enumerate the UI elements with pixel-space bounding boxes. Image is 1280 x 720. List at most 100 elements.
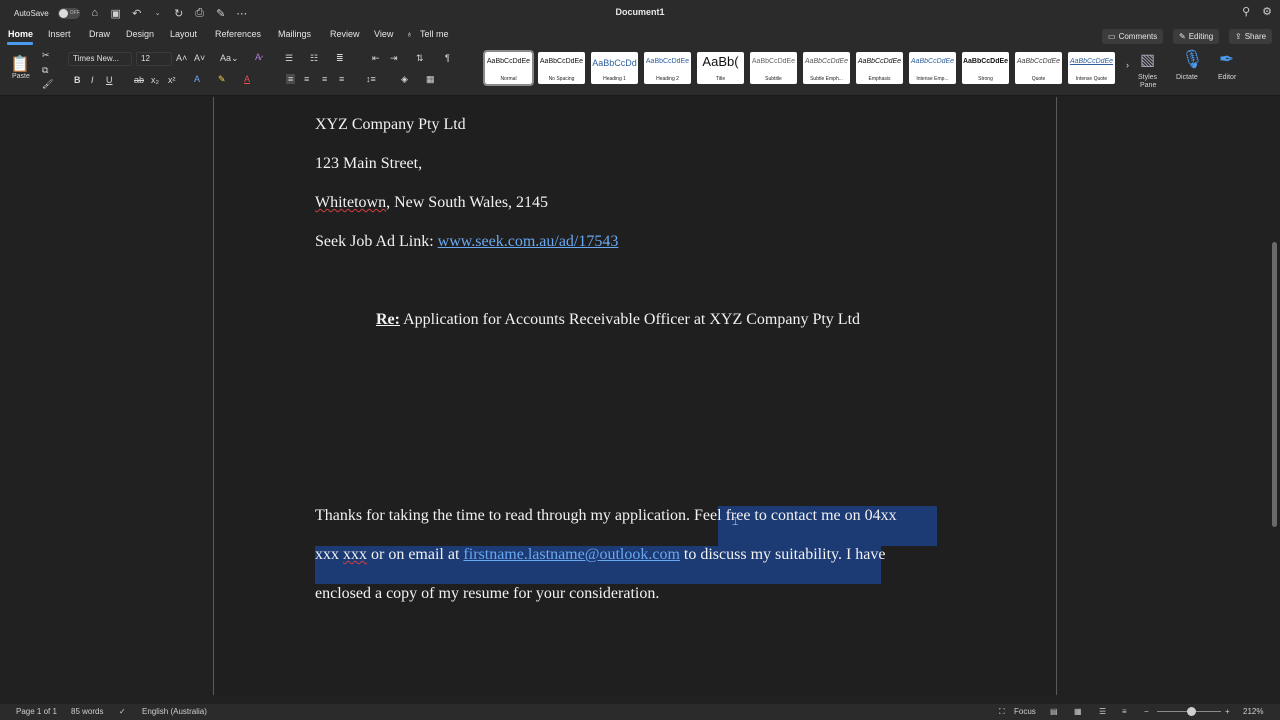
account-icon[interactable]: ⚙ [1262,5,1272,18]
word-count[interactable]: 85 words [71,707,103,716]
style-subtitle[interactable]: AaBbCcDdEe Subtitle [747,50,800,84]
style-subtle-emphasis[interactable]: AaBbCcDdEe Subtle Emph... [800,50,853,84]
tab-view[interactable]: View [374,29,393,39]
tab-mailings[interactable]: Mailings [278,29,311,39]
paragraph-line-1: Thanks for taking the time to read throu… [315,507,897,524]
font-size-select[interactable]: 12 [136,52,172,66]
company-line: XYZ Company Pty Ltd [315,116,466,133]
italic-icon[interactable]: I [91,75,94,85]
style-quote[interactable]: AaBbCcDdEe Quote [1012,50,1065,84]
style-heading-2[interactable]: AaBbCcDdEe Heading 2 [641,50,694,84]
shrink-font-icon[interactable]: A˅ [194,53,205,63]
web-layout-icon[interactable]: ▦ [1074,707,1082,716]
spelling-word: Whitetown [315,194,387,211]
city-rest: , New South Wales, 2145 [386,194,549,211]
microphone-icon[interactable]: 🎙 [1181,49,1204,70]
search-icon[interactable]: ⚲ [1242,5,1250,18]
tab-references[interactable]: References [215,29,261,39]
style-no-spacing[interactable]: AaBbCcDdEe No Spacing [535,50,588,84]
zoom-out-icon[interactable]: − [1144,707,1149,716]
paste-icon[interactable]: 📋 [10,54,30,74]
numbering-icon[interactable]: ☷ [310,53,318,64]
editor-label: Editor [1218,74,1237,81]
line-spacing-icon[interactable]: ↕≡ [366,74,376,84]
style-emphasis[interactable]: AaBbCcDdEe Emphasis [853,50,906,84]
underline-icon[interactable]: U [106,75,113,85]
justify-icon[interactable]: ≡ [339,74,344,84]
grow-font-icon[interactable]: A˄ [176,53,187,63]
styles-pane-icon[interactable]: ▧ [1140,50,1155,70]
share-button[interactable]: ⇪ Share [1229,29,1273,44]
bullets-icon[interactable]: ☰ [285,53,293,64]
tab-insert[interactable]: Insert [48,29,71,39]
city-line: Whitetown, New South Wales, 2145 [315,194,548,212]
style-heading-1[interactable]: AaBbCcDd Heading 1 [588,50,641,84]
document-title: Document1 [615,7,665,17]
document-page[interactable] [213,97,1057,695]
tab-home[interactable]: Home [8,29,33,39]
editing-button[interactable]: ✎ Editing [1173,29,1220,44]
styles-gallery-next-icon[interactable]: › [1126,60,1129,70]
style-intense-quote[interactable]: AaBbCcDdEe Intense Quote [1065,50,1118,84]
font-name-value: Times New... [73,54,119,63]
proofing-icon[interactable]: ✓ [119,707,126,716]
page-count[interactable]: Page 1 of 1 [16,707,57,716]
superscript-icon[interactable]: x² [168,75,176,85]
focus-label[interactable]: Focus [1014,707,1036,716]
paragraph-line-2: xxx xxx or on email at firstname.lastnam… [315,546,886,564]
show-formatting-icon[interactable]: ¶ [445,53,450,63]
decrease-indent-icon[interactable]: ⇤ [372,53,380,64]
title-bar: AutoSave OFF ⌂ ▣ ↶ ⌄ ↻ ⎙ ✎ ⋯ Document1 ⚲… [0,0,1280,26]
shading-icon[interactable]: ◈ [401,74,408,85]
strikethrough-icon[interactable]: ab [134,75,144,85]
email-link[interactable]: firstname.lastname@outlook.com [463,546,679,563]
highlight-icon[interactable]: ✎ [218,74,226,85]
align-center-icon[interactable]: ≡ [304,74,309,84]
focus-icon[interactable]: ⛶ [999,707,1005,717]
borders-icon[interactable]: ▦ [426,74,435,85]
draft-view-icon[interactable]: ≡ [1122,707,1127,716]
vertical-scrollbar[interactable] [1271,97,1278,695]
zoom-in-icon[interactable]: + [1225,707,1230,716]
align-right-icon[interactable]: ≡ [322,74,327,84]
style-strong[interactable]: AaBbCcDdEe Strong [959,50,1012,84]
tab-draw[interactable]: Draw [89,29,110,39]
align-left-icon[interactable]: ≡ [286,74,296,84]
seek-label: Seek Job Ad Link: [315,233,438,250]
paste-label: Paste [12,73,30,80]
zoom-level[interactable]: 212% [1243,707,1263,716]
clear-formatting-icon[interactable]: A̷ [255,52,261,62]
text-effects-icon[interactable]: A [194,74,200,84]
sort-icon[interactable]: ⇅ [416,53,424,64]
style-intense-emphasis[interactable]: AaBbCcDdEe Intense Emp... [906,50,959,84]
tab-review[interactable]: Review [330,29,360,39]
increase-indent-icon[interactable]: ⇥ [390,53,398,64]
language[interactable]: English (Australia) [142,707,207,716]
zoom-slider-thumb[interactable] [1186,707,1196,716]
tell-me[interactable]: Tell me [420,29,449,39]
subscript-icon[interactable]: x₂ [151,75,159,85]
tab-layout[interactable]: Layout [170,29,197,39]
copy-icon[interactable]: ⧉ [42,65,48,76]
bold-icon[interactable]: B [74,75,81,85]
para-text: xxx [315,546,343,563]
editor-icon[interactable]: ✒ [1219,49,1234,70]
print-layout-icon[interactable]: ▤ [1050,707,1058,716]
multilevel-list-icon[interactable]: ≣ [336,53,344,64]
change-case-icon[interactable]: Aa⌄ [220,53,239,64]
text-cursor-icon: ⌶ [732,516,739,528]
spelling-word: xxx [343,546,367,563]
outline-view-icon[interactable]: ☰ [1099,707,1106,716]
seek-link[interactable]: www.seek.com.au/ad/17543 [438,233,619,250]
style-title[interactable]: AaBb(Title [694,50,747,84]
font-color-icon[interactable]: A [244,74,250,84]
format-painter-icon[interactable]: 🖌 [42,79,53,90]
tab-design[interactable]: Design [126,29,154,39]
style-normal[interactable]: AaBbCcDdEe Normal [482,50,535,86]
font-name-select[interactable]: Times New... [68,52,132,66]
re-text: Application for Accounts Receivable Offi… [399,311,861,328]
comments-button[interactable]: ▭ Comments [1102,29,1164,44]
scrollbar-thumb[interactable] [1272,242,1277,527]
cut-icon[interactable]: ✂ [42,50,50,61]
para-text: or on email at [367,546,464,563]
